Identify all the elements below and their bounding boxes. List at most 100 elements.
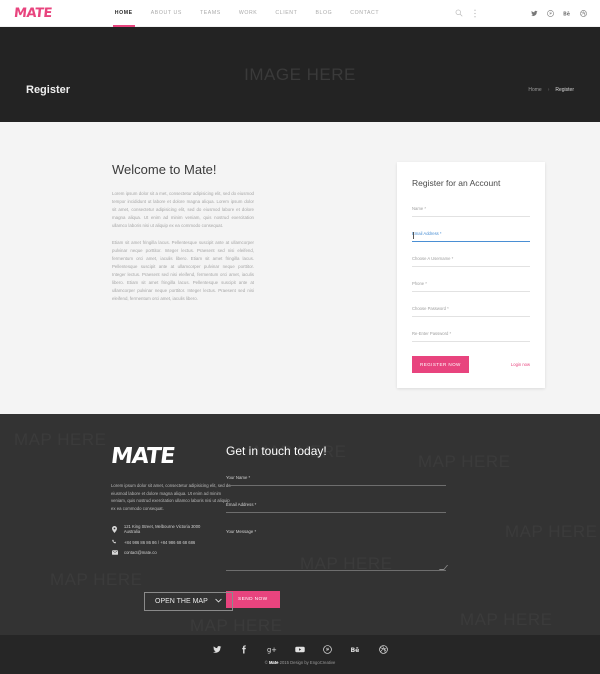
- field-name[interactable]: Name *: [412, 206, 530, 217]
- resize-handle-icon[interactable]: [438, 565, 449, 570]
- envelope-icon: [111, 550, 118, 556]
- page-title: Register: [26, 84, 71, 96]
- location-pin-icon: [111, 525, 118, 533]
- welcome-section: Welcome to Mate! Lorem ipsum dolor sit a…: [26, 162, 254, 374]
- contact-email-row: contact@mate.co: [111, 550, 216, 555]
- field-username-label: Choose A Username *: [412, 256, 454, 262]
- main-content: Welcome to Mate! Lorem ipsum dolor sit a…: [0, 122, 600, 414]
- contact-address-row: 121 King Street, Melbourne Victoria 3000…: [111, 524, 216, 534]
- youtube-icon[interactable]: [294, 645, 305, 654]
- footer-social-links: g+ Bē: [212, 644, 388, 654]
- contact-address: 121 King Street, Melbourne Victoria 3000…: [123, 524, 201, 535]
- welcome-paragraph-1: Lorem ipsum dolor sit a met, consectetur…: [112, 191, 254, 228]
- field-username[interactable]: Choose A Username *: [412, 256, 530, 268]
- breadcrumb-separator-icon: ›: [547, 87, 550, 93]
- contact-email: contact@mate.co: [124, 550, 157, 556]
- search-icon[interactable]: [455, 9, 463, 17]
- welcome-title: Welcome to Mate!: [112, 162, 217, 177]
- send-now-button[interactable]: SEND NOW: [226, 591, 280, 608]
- contact-inner: MATE Lorem ipsum dolor sit amet, consect…: [26, 444, 574, 635]
- svg-text:g+: g+: [267, 646, 277, 654]
- contact-field-your-name-label: Your Name *: [226, 475, 251, 480]
- contact-field-email-address-input[interactable]: [226, 512, 446, 513]
- contact-field-email-address[interactable]: Email Address *: [226, 502, 446, 513]
- main-navigation: HOME ABOUT US TEAMS WORK CLIENT BLOG CON…: [106, 0, 388, 27]
- field-email-address[interactable]: Email Address *: [412, 231, 530, 243]
- header-actions: Bē: [455, 9, 587, 18]
- breadcrumb-current: Register: [555, 87, 574, 93]
- register-card: Register for an Account Name * Email Add…: [397, 162, 545, 388]
- breadcrumb-home[interactable]: Home: [528, 87, 541, 93]
- field-phone-input[interactable]: [412, 291, 530, 293]
- field-password-input[interactable]: [412, 316, 530, 318]
- field-phone[interactable]: Phone *: [412, 281, 530, 293]
- nav-item-home[interactable]: HOME: [106, 0, 142, 27]
- contact-field-your-name-input[interactable]: [226, 485, 446, 486]
- field-password[interactable]: Choose Password *: [412, 306, 530, 318]
- behance-icon[interactable]: Bē: [350, 645, 361, 654]
- field-name-label: Name *: [412, 206, 426, 211]
- register-now-button[interactable]: REGISTER NOW: [412, 356, 469, 374]
- site-header: MATE HOME ABOUT US TEAMS WORK CLIENT BLO…: [0, 0, 600, 27]
- contact-form: Get in touch today! Your Name * Email Ad…: [226, 444, 449, 635]
- svg-text:Bē: Bē: [350, 646, 359, 653]
- banner-image-placeholder: IMAGE HERE: [244, 65, 356, 84]
- banner-content: Register Home › Register: [0, 84, 600, 122]
- welcome-paragraph-2: Etiam sit amet fringilla lacus. Pellente…: [112, 240, 254, 301]
- nav-item-teams[interactable]: TEAMS: [191, 0, 230, 27]
- google-plus-icon[interactable]: g+: [267, 645, 277, 654]
- dribbble-icon[interactable]: [580, 9, 587, 17]
- dribbble-icon[interactable]: [378, 644, 388, 654]
- copyright-text: © Mate 2015 Design by EngoCreative: [265, 660, 336, 665]
- login-now-link[interactable]: Login now: [511, 362, 530, 367]
- pinterest-icon[interactable]: [322, 644, 332, 654]
- pinterest-icon[interactable]: [547, 9, 554, 17]
- open-the-map-button[interactable]: OPEN THE MAP: [144, 592, 233, 611]
- twitter-icon[interactable]: [212, 645, 222, 654]
- contact-description: Lorem ipsum dolor sit amet, consectetur …: [111, 483, 231, 511]
- field-username-input[interactable]: [412, 266, 530, 268]
- header-social-links: Bē: [531, 9, 587, 17]
- nav-item-work[interactable]: WORK: [230, 0, 267, 27]
- page-banner: IMAGE HERE Register Home › Register: [0, 27, 600, 122]
- field-name-input[interactable]: [412, 216, 530, 217]
- field-phone-label: Phone *: [412, 281, 427, 287]
- svg-text:Bē: Bē: [563, 11, 571, 17]
- breadcrumb: Home › Register: [528, 87, 574, 93]
- field-password-label: Choose Password *: [412, 306, 449, 312]
- nav-item-about-us[interactable]: ABOUT US: [142, 0, 191, 27]
- page-root: MATE HOME ABOUT US TEAMS WORK CLIENT BLO…: [0, 0, 600, 674]
- text-cursor: [413, 232, 414, 240]
- nav-item-contact[interactable]: CONTACT: [341, 0, 388, 27]
- register-card-title: Register for an Account: [412, 178, 501, 188]
- contact-field-your-message[interactable]: Your Message *: [226, 529, 449, 571]
- contact-field-your-message-label: Your Message *: [226, 529, 257, 534]
- nav-item-blog[interactable]: BLOG: [306, 0, 341, 27]
- field-confirm-password[interactable]: Re-Enter Password *: [412, 331, 530, 343]
- twitter-icon[interactable]: [531, 10, 538, 17]
- contact-field-your-name[interactable]: Your Name *: [226, 475, 446, 486]
- contact-info: MATE Lorem ipsum dolor sit amet, consect…: [26, 444, 233, 635]
- copyright-suffix: 2015 Design by EngoCreative: [278, 659, 336, 665]
- behance-icon[interactable]: Bē: [563, 10, 571, 17]
- more-vertical-icon[interactable]: [473, 9, 477, 18]
- nav-item-client[interactable]: CLIENT: [266, 0, 306, 27]
- footer-logo: MATE: [109, 444, 176, 469]
- phone-icon: [111, 539, 118, 545]
- open-the-map-label: OPEN THE MAP: [155, 598, 208, 605]
- site-footer: g+ Bē © Mate 2015 Design by EngoCreative: [0, 635, 600, 674]
- field-email-address-label: Email Address *: [412, 231, 442, 236]
- field-confirm-password-label: Re-Enter Password *: [412, 331, 452, 337]
- field-email-address-input[interactable]: [412, 241, 530, 243]
- contact-field-your-message-textarea[interactable]: [226, 565, 449, 571]
- contact-phone: +84 986 86 86 86 / +84 986 68 68 686: [124, 539, 196, 545]
- contact-form-title: Get in touch today!: [226, 444, 327, 458]
- field-confirm-password-input[interactable]: [412, 341, 530, 343]
- facebook-icon[interactable]: [240, 644, 249, 654]
- contact-section: MAP HERE MAP HERE MAP HERE MAP HERE MAP …: [0, 414, 600, 635]
- header-logo[interactable]: MATE: [13, 6, 52, 21]
- contact-phone-row: +84 986 86 86 86 / +84 986 68 68 686: [111, 539, 216, 545]
- register-card-actions: REGISTER NOW Login now: [412, 356, 530, 374]
- chevron-down-icon: [215, 598, 222, 605]
- contact-field-email-address-label: Email Address *: [226, 502, 257, 507]
